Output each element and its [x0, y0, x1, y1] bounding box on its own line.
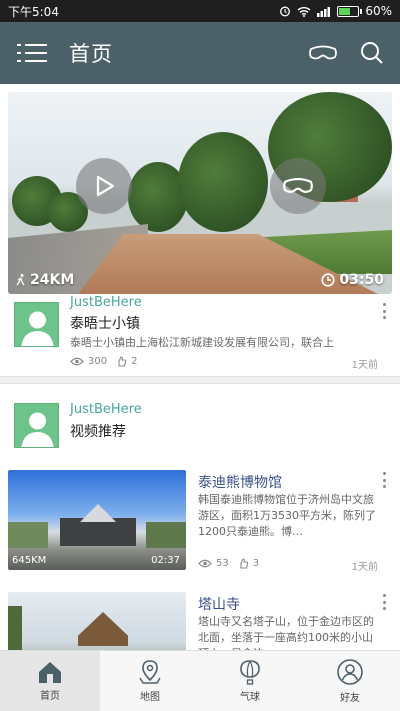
- tab-balloon[interactable]: 气球: [200, 651, 300, 711]
- like-icon: [240, 558, 248, 569]
- battery-percent: 60%: [365, 4, 392, 18]
- post-card[interactable]: JustBeHere 泰晤士小镇 泰晤士小镇由上海松江新城建设发展有限公司，联合…: [0, 290, 400, 375]
- menu-icon[interactable]: [17, 42, 47, 64]
- status-bar: 下午5:04 60%: [0, 0, 400, 22]
- username[interactable]: JustBeHere: [70, 295, 142, 310]
- view-count: 300: [88, 356, 108, 367]
- post-stats: 300 2: [70, 356, 137, 367]
- video-description: 韩国泰迪熊博物馆位于济州岛中文旅游区，面积1万3530平方米，陈列了1200只泰…: [198, 493, 376, 538]
- video-title[interactable]: 塔山寺: [198, 594, 240, 614]
- balloon-icon: [240, 660, 260, 685]
- tab-label: 首页: [40, 691, 60, 702]
- play-button[interactable]: [76, 158, 132, 214]
- post-time: 1天前: [351, 360, 378, 371]
- view-count: 53: [216, 558, 229, 569]
- like-count: 3: [252, 558, 260, 569]
- post-title: 视频推荐: [70, 424, 126, 440]
- user-avatar-icon: [21, 412, 54, 447]
- tab-home[interactable]: 首页: [0, 651, 100, 711]
- tab-label: 地图: [140, 692, 160, 703]
- views-icon: [198, 559, 212, 568]
- vr-glasses-icon[interactable]: [308, 44, 338, 62]
- thumbnail-duration: 02:37: [151, 555, 180, 566]
- divider: [0, 376, 400, 384]
- user-avatar-icon: [21, 311, 54, 346]
- map-pin-icon: [139, 660, 161, 684]
- avatar[interactable]: [14, 302, 59, 347]
- more-options-button[interactable]: [378, 301, 390, 321]
- video-thumbnail[interactable]: [8, 592, 186, 650]
- appbar-actions: [308, 41, 384, 65]
- vr-mode-button[interactable]: [270, 158, 326, 214]
- tab-label: 好友: [340, 693, 360, 704]
- home-icon: [39, 662, 61, 683]
- post-title: 泰晤士小镇: [70, 316, 140, 332]
- video-item[interactable]: 645KM 02:37 泰迪熊博物馆 韩国泰迪熊博物馆位于济州岛中文旅游区，面积…: [0, 470, 400, 580]
- wifi-icon: [297, 6, 311, 17]
- page-title: 首页: [69, 42, 113, 66]
- video-thumbnail[interactable]: 645KM 02:37: [8, 470, 186, 570]
- hero-distance: 24KM: [16, 272, 74, 288]
- signal-icon: [317, 6, 331, 17]
- vr-glasses-icon: [283, 178, 313, 193]
- bottom-tab-bar: 首页 地图 气球 好友: [0, 650, 400, 711]
- walk-icon: [16, 274, 25, 286]
- status-icons: 60%: [279, 4, 392, 18]
- hero-video-card[interactable]: 24KM 03:50: [8, 92, 392, 294]
- clock-icon: [321, 273, 336, 287]
- hero-duration: 03:50: [321, 272, 384, 288]
- app-bar: 首页: [0, 22, 400, 84]
- tab-friends[interactable]: 好友: [300, 651, 400, 711]
- username[interactable]: JustBeHere: [70, 402, 142, 417]
- video-title[interactable]: 泰迪熊博物馆: [198, 472, 282, 492]
- avatar[interactable]: [14, 403, 59, 448]
- more-options-button[interactable]: [378, 592, 390, 612]
- video-stats: 53 3: [198, 558, 259, 569]
- like-count: 2: [131, 356, 138, 367]
- views-icon: [70, 357, 84, 366]
- thumbnail-distance: 645KM: [12, 555, 47, 566]
- post-description: 泰晤士小镇由上海松江新城建设发展有限公司，联合上: [70, 336, 334, 349]
- like-icon: [118, 356, 127, 367]
- video-time: 1天前: [351, 562, 378, 573]
- battery-icon: [337, 5, 363, 17]
- feed[interactable]: 24KM 03:50 JustBeHere 泰晤士小镇 泰晤士小镇由上海松江新城…: [0, 84, 400, 650]
- video-description: 塔山寺又名塔子山，位于金边市区的北面，坐落于一座高约100米的小山顶上，是金边: [198, 615, 374, 650]
- status-time: 下午5:04: [8, 4, 59, 19]
- more-options-button[interactable]: [378, 470, 390, 490]
- search-icon[interactable]: [360, 41, 384, 65]
- friends-icon: [337, 659, 363, 685]
- alarm-icon: [280, 6, 291, 17]
- video-item[interactable]: 塔山寺 塔山寺又名塔子山，位于金边市区的北面，坐落于一座高约100米的小山顶上，…: [0, 592, 400, 650]
- play-icon: [96, 175, 115, 197]
- post-card[interactable]: JustBeHere 视频推荐: [0, 386, 400, 466]
- tab-label: 气球: [240, 692, 260, 703]
- tab-map[interactable]: 地图: [100, 651, 200, 711]
